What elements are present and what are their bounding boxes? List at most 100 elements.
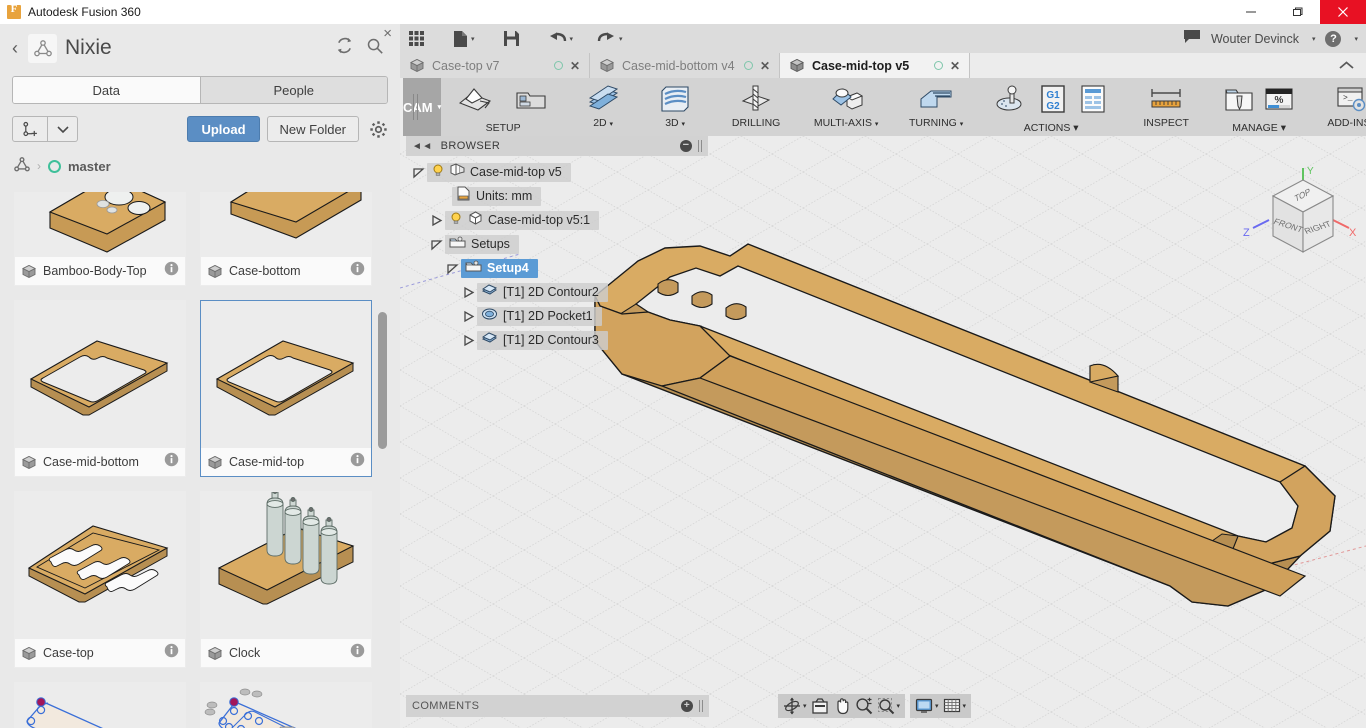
tree-node-units[interactable]: Units: mm bbox=[406, 184, 708, 208]
expand-arrow-icon[interactable] bbox=[430, 238, 443, 251]
panel-grip[interactable] bbox=[699, 700, 703, 712]
tree-node-setup4[interactable]: Setup4 bbox=[406, 256, 708, 280]
tree-node-2d-contour2[interactable]: [T1] 2D Contour2 bbox=[406, 280, 708, 304]
info-icon[interactable] bbox=[350, 643, 365, 663]
app-grid-icon[interactable] bbox=[400, 24, 433, 53]
simulate-button[interactable] bbox=[989, 81, 1033, 121]
list-item[interactable] bbox=[14, 682, 186, 728]
main-area: ▾ ▾ ▾ bbox=[400, 24, 1366, 728]
document-tab[interactable]: Case-mid-bottom v4 ✕ bbox=[590, 53, 780, 78]
3d-viewport[interactable]: ◄◄ BROWSER − bbox=[400, 136, 1366, 728]
machining-time-button[interactable]: % bbox=[1259, 81, 1299, 121]
tool-library-button[interactable] bbox=[1219, 81, 1259, 121]
2d-toolpath-button[interactable]: 2D ▾ bbox=[575, 81, 631, 134]
setup-from-sketch-button[interactable] bbox=[503, 81, 559, 121]
info-icon[interactable] bbox=[350, 452, 365, 472]
tree-node-2d-contour3[interactable]: [T1] 2D Contour3 bbox=[406, 328, 708, 352]
maximize-icon[interactable] bbox=[1274, 0, 1320, 24]
list-item[interactable]: Case-bottom bbox=[200, 192, 372, 286]
breadcrumb-project-icon[interactable] bbox=[14, 157, 30, 175]
collapse-arrow-icon[interactable] bbox=[462, 286, 475, 299]
breadcrumb-branch-label[interactable]: master bbox=[68, 159, 111, 174]
pan-look-at-icon[interactable] bbox=[811, 697, 829, 715]
chevron-down-icon[interactable]: ▾ bbox=[1354, 35, 1358, 43]
tree-node-2d-pocket1[interactable]: [T1] 2D Pocket1 bbox=[406, 304, 708, 328]
comments-icon[interactable] bbox=[1183, 29, 1201, 49]
tab-data[interactable]: Data bbox=[13, 77, 200, 103]
tab-people[interactable]: People bbox=[200, 77, 388, 103]
post-process-button[interactable]: G1 G2 bbox=[1033, 81, 1073, 121]
3d-toolpath-button[interactable]: 3D ▾ bbox=[647, 81, 703, 134]
user-name-label[interactable]: Wouter Devinck bbox=[1211, 32, 1299, 46]
redo-icon[interactable]: ▾ bbox=[589, 24, 631, 53]
save-icon[interactable] bbox=[495, 24, 528, 53]
chevron-down-icon[interactable] bbox=[48, 116, 78, 142]
list-item[interactable] bbox=[200, 682, 372, 728]
file-icon[interactable]: ▾ bbox=[445, 24, 483, 53]
collapse-arrow-icon[interactable] bbox=[462, 334, 475, 347]
plus-circle-icon[interactable]: + bbox=[681, 700, 693, 712]
minimize-icon[interactable] bbox=[1228, 0, 1274, 24]
collapse-left-icon[interactable]: ◄◄ bbox=[412, 141, 433, 152]
info-icon[interactable] bbox=[164, 643, 179, 663]
back-button[interactable]: ‹ bbox=[12, 39, 18, 57]
info-icon[interactable] bbox=[164, 452, 179, 472]
close-icon[interactable] bbox=[1320, 0, 1366, 24]
orbit-icon[interactable]: ▾ bbox=[783, 697, 807, 715]
collapse-arrow-icon[interactable] bbox=[430, 214, 443, 227]
upload-button[interactable]: Upload bbox=[187, 116, 259, 142]
tree-node-setups[interactable]: Setups bbox=[406, 232, 708, 256]
workspace-switcher[interactable]: CAM ▾ bbox=[403, 78, 441, 136]
tree-node-case-mid-top-v5[interactable]: Case-mid-top v5 bbox=[406, 160, 708, 184]
list-item[interactable]: Bamboo-Body-Top bbox=[14, 192, 186, 286]
info-icon[interactable] bbox=[350, 261, 365, 281]
new-folder-button[interactable]: New Folder bbox=[267, 116, 359, 142]
list-item[interactable]: Case-mid-bottom bbox=[14, 300, 186, 477]
document-tab[interactable]: Case-top v7 ✕ bbox=[400, 53, 590, 78]
zoom-window-icon[interactable]: ▾ bbox=[877, 697, 901, 715]
drilling-button[interactable]: DRILLING bbox=[719, 81, 793, 134]
view-cube[interactable]: Y Z X TOP FRONT RIGHT bbox=[1241, 164, 1361, 274]
help-icon[interactable]: ? bbox=[1325, 31, 1341, 47]
collapse-arrow-icon[interactable] bbox=[462, 310, 475, 323]
data-panel-scrollbar[interactable] bbox=[378, 312, 387, 449]
addins-button[interactable]: >_ ADD-INS ▾ bbox=[1315, 81, 1366, 134]
multi-axis-button[interactable]: MULTI-AXIS ▾ bbox=[809, 81, 883, 134]
minus-circle-icon[interactable]: − bbox=[680, 140, 692, 152]
zoom-icon[interactable] bbox=[855, 697, 873, 715]
inspect-button[interactable]: INSPECT bbox=[1129, 81, 1203, 134]
document-tab-active[interactable]: Case-mid-top v5 ✕ bbox=[780, 53, 970, 78]
close-icon[interactable]: ✕ bbox=[760, 59, 770, 73]
info-icon[interactable] bbox=[164, 261, 179, 281]
chevron-down-icon[interactable]: ▾ bbox=[570, 35, 574, 43]
chevron-down-icon[interactable]: ▾ bbox=[1312, 35, 1316, 43]
setup-sheet-button[interactable] bbox=[1073, 81, 1113, 121]
grid-snaps-icon[interactable]: ▾ bbox=[943, 697, 967, 715]
gear-icon[interactable] bbox=[369, 120, 388, 139]
expand-arrow-icon[interactable] bbox=[412, 166, 425, 179]
data-panel-close-icon[interactable]: × bbox=[383, 26, 392, 41]
list-item-selected[interactable]: Case-mid-top bbox=[200, 300, 372, 477]
close-icon[interactable]: ✕ bbox=[570, 59, 580, 73]
panel-grip[interactable] bbox=[698, 140, 702, 152]
chevron-down-icon[interactable]: ▾ bbox=[438, 103, 442, 111]
version-branch-icon[interactable] bbox=[12, 116, 48, 142]
expand-arrow-icon[interactable] bbox=[446, 262, 459, 275]
comments-panel[interactable]: COMMENTS + bbox=[406, 695, 709, 717]
chevron-down-icon[interactable]: ▾ bbox=[471, 35, 475, 43]
visibility-bulb-icon[interactable] bbox=[449, 211, 463, 230]
visibility-bulb-icon[interactable] bbox=[431, 163, 445, 182]
setup-button[interactable] bbox=[447, 81, 503, 121]
display-settings-icon[interactable]: ▾ bbox=[915, 697, 939, 715]
search-icon[interactable] bbox=[366, 37, 384, 60]
pan-hand-icon[interactable] bbox=[833, 697, 851, 715]
refresh-icon[interactable] bbox=[335, 36, 354, 60]
chevron-down-icon[interactable]: ▾ bbox=[619, 35, 623, 43]
list-item[interactable]: Case-top bbox=[14, 491, 186, 668]
close-icon[interactable]: ✕ bbox=[950, 59, 960, 73]
tree-node-case-mid-top-v5-1[interactable]: Case-mid-top v5:1 bbox=[406, 208, 708, 232]
list-item[interactable]: Clock bbox=[200, 491, 372, 668]
undo-icon[interactable]: ▾ bbox=[540, 24, 582, 53]
collapse-ribbon-icon[interactable] bbox=[1327, 53, 1366, 78]
turning-button[interactable]: TURNING ▾ bbox=[899, 81, 973, 134]
